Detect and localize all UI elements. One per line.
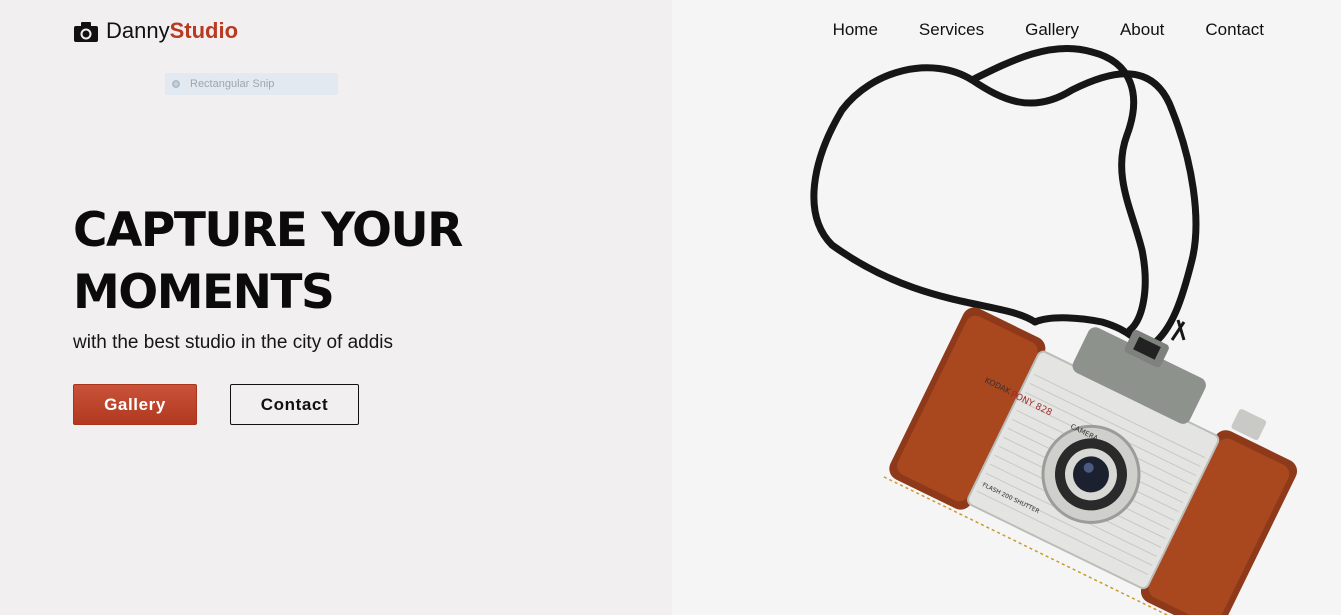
- hero-title: CAPTURE YOUR MOMENTS: [73, 200, 493, 324]
- brand-name-second: Studio: [169, 18, 239, 43]
- nav-about[interactable]: About: [1120, 19, 1164, 41]
- brand-logo[interactable]: DannyStudio: [74, 17, 238, 45]
- hero-image-panel: KODAK PONY 828 CAMERA FLASH 200 SHUTTER: [672, 0, 1341, 615]
- snip-label: Rectangular Snip: [190, 78, 275, 90]
- gallery-button[interactable]: Gallery: [73, 384, 197, 425]
- nav-services[interactable]: Services: [919, 19, 984, 41]
- vintage-camera-photo: KODAK PONY 828 CAMERA FLASH 200 SHUTTER: [810, 45, 1298, 615]
- camera-icon: [74, 21, 98, 42]
- nav-contact[interactable]: Contact: [1205, 19, 1264, 41]
- snip-icon: [172, 80, 180, 88]
- hero-subtitle: with the best studio in the city of addi…: [73, 332, 394, 353]
- main-nav: Home Services Gallery About Contact: [833, 19, 1264, 41]
- contact-button[interactable]: Contact: [230, 384, 359, 425]
- hero-title-line1: CAPTURE YOUR: [73, 203, 463, 258]
- nav-home[interactable]: Home: [833, 19, 878, 41]
- rectangular-snip-overlay[interactable]: Rectangular Snip: [165, 73, 338, 95]
- hero-title-line2: MOMENTS: [73, 265, 335, 320]
- nav-gallery[interactable]: Gallery: [1025, 19, 1079, 41]
- brand-name-first: Danny: [106, 18, 170, 43]
